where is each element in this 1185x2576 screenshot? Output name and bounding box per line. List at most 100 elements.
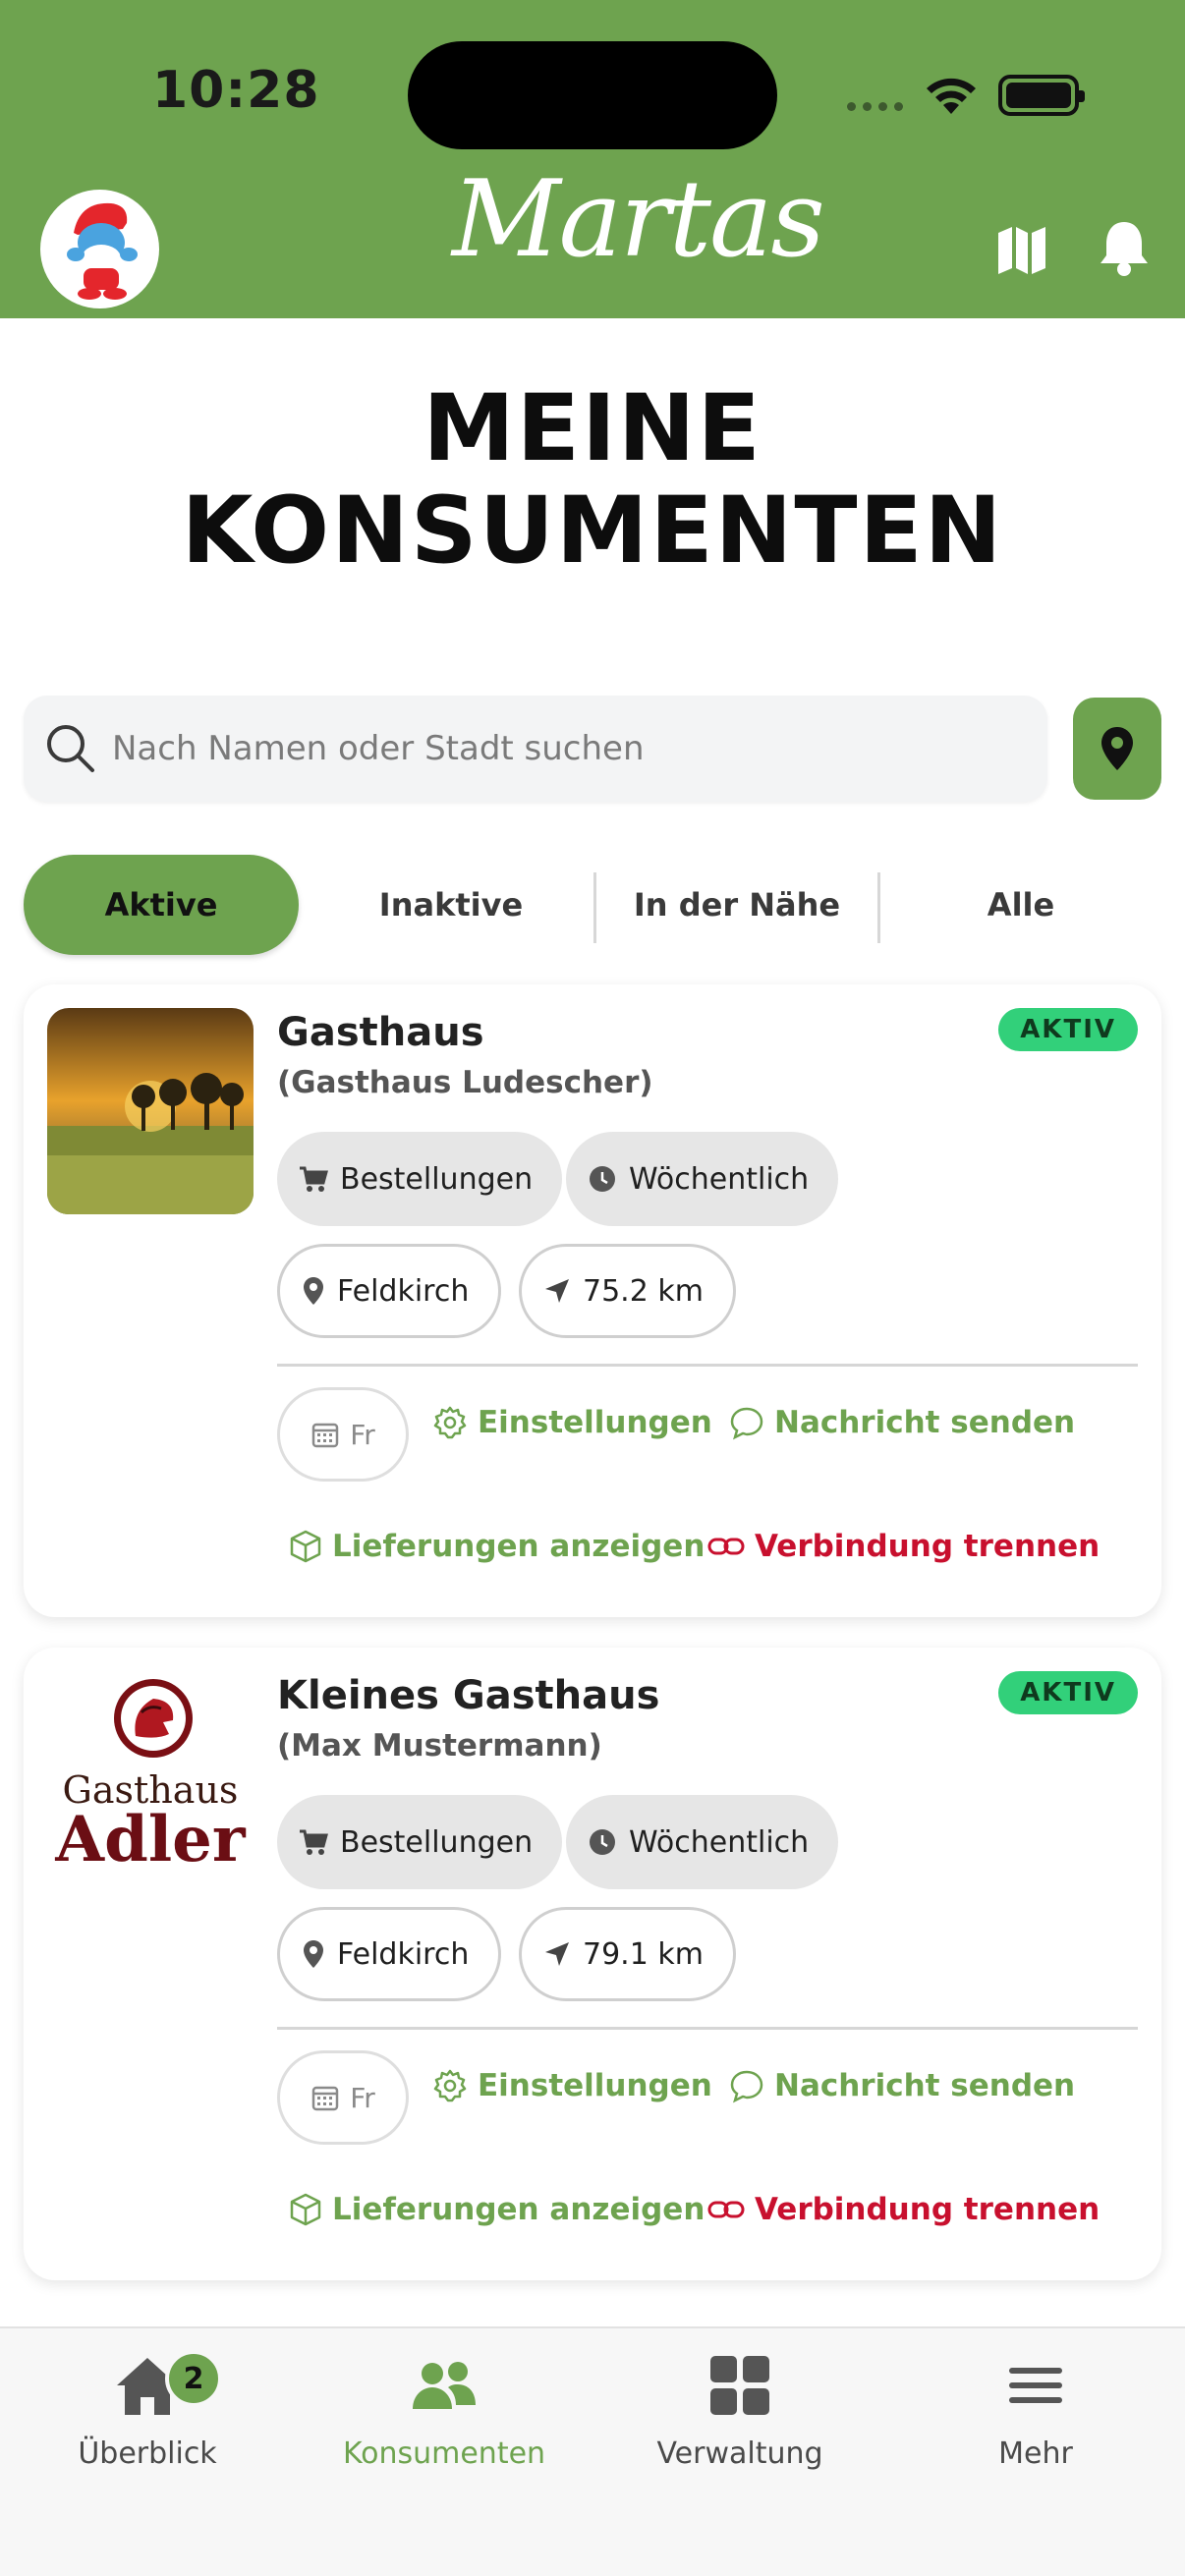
navigation-arrow-icon xyxy=(545,1279,569,1303)
cart-icon xyxy=(300,1166,328,1192)
disconnect-link[interactable]: Verbindung trennen xyxy=(707,2192,1100,2227)
consumer-contact: (Max Mustermann) xyxy=(277,1728,602,1764)
avatar[interactable] xyxy=(40,190,159,308)
status-time: 10:28 xyxy=(152,61,320,120)
delivery-day-pill[interactable]: Fr xyxy=(277,2050,409,2145)
map-icon[interactable] xyxy=(992,219,1051,278)
send-message-label: Nachricht senden xyxy=(774,2068,1076,2103)
show-deliveries-label: Lieferungen anzeigen xyxy=(332,2192,705,2227)
bell-icon[interactable] xyxy=(1095,216,1154,279)
delivery-day-label: Fr xyxy=(350,1418,375,1451)
delivery-day-pill[interactable]: Fr xyxy=(277,1387,409,1482)
search-icon xyxy=(47,725,94,772)
page-title: MEINE KONSUMENTEN xyxy=(0,378,1185,583)
status-badge: AKTIV xyxy=(998,1008,1138,1051)
nav-label: Verwaltung xyxy=(656,2436,823,2471)
page-title-line1: MEINE xyxy=(423,375,762,482)
nav-mehr[interactable]: Mehr xyxy=(888,2346,1183,2471)
consumer-card[interactable]: Gasthaus Adler Kleines Gasthaus (Max Mus… xyxy=(24,1648,1161,2280)
settings-label: Einstellungen xyxy=(478,2068,712,2103)
app-header: 10:28 Martas xyxy=(0,0,1185,318)
city-chip: Feldkirch xyxy=(277,1244,502,1338)
distance-chip: 75.2 km xyxy=(519,1244,736,1338)
menu-icon xyxy=(1009,2368,1062,2403)
navigation-arrow-icon xyxy=(545,1942,569,1966)
city-label: Feldkirch xyxy=(337,1936,470,1972)
tab-alle[interactable]: Alle xyxy=(880,855,1161,955)
frequency-label: Wöchentlich xyxy=(629,1824,810,1860)
send-message-link[interactable]: Nachricht senden xyxy=(729,2068,1075,2103)
logo-text-bottom: Adler xyxy=(55,1803,246,1876)
show-deliveries-label: Lieferungen anzeigen xyxy=(332,1529,705,1564)
disconnect-link[interactable]: Verbindung trennen xyxy=(707,1529,1100,1564)
disconnect-label: Verbindung trennen xyxy=(755,2192,1100,2227)
brand-logo: Martas xyxy=(452,158,825,281)
notification-badge: 2 xyxy=(165,2350,222,2407)
order-type-chip: Bestellungen xyxy=(277,1795,563,1889)
distance-label: 75.2 km xyxy=(583,1273,704,1309)
frequency-chip: Wöchentlich xyxy=(566,1132,839,1226)
link-icon xyxy=(707,1538,745,1555)
nav-label: Mehr xyxy=(998,2436,1073,2471)
show-deliveries-link[interactable]: Lieferungen anzeigen xyxy=(289,1529,705,1564)
cart-icon xyxy=(300,1829,328,1855)
consumer-name: Gasthaus xyxy=(277,1010,484,1055)
clock-icon xyxy=(590,1166,615,1192)
disconnect-label: Verbindung trennen xyxy=(755,1529,1100,1564)
search-bar xyxy=(24,696,1047,802)
consumer-card[interactable]: Gasthaus (Gasthaus Ludescher) AKTIV Best… xyxy=(24,984,1161,1617)
card-divider xyxy=(277,2027,1138,2030)
show-deliveries-link[interactable]: Lieferungen anzeigen xyxy=(289,2192,705,2227)
page-title-line2: KONSUMENTEN xyxy=(181,477,1004,585)
location-pin-icon xyxy=(304,1277,323,1305)
distance-label: 79.1 km xyxy=(583,1936,704,1972)
settings-link[interactable]: Einstellungen xyxy=(432,1405,712,1440)
dynamic-island xyxy=(408,41,777,149)
location-pin-icon xyxy=(304,1940,323,1968)
order-type-label: Bestellungen xyxy=(340,1161,534,1197)
clock-icon xyxy=(590,1829,615,1855)
tab-inaktive[interactable]: Inaktive xyxy=(309,855,593,955)
location-filter-button[interactable] xyxy=(1073,698,1161,800)
wifi-icon xyxy=(927,78,976,114)
gear-icon xyxy=(433,1406,467,1439)
package-icon xyxy=(290,2193,321,2226)
consumer-logo: Gasthaus Adler xyxy=(47,1671,254,1877)
calendar-icon xyxy=(311,1423,339,1448)
frequency-chip: Wöchentlich xyxy=(566,1795,839,1889)
calendar-icon xyxy=(311,2086,339,2111)
users-icon xyxy=(413,2362,476,2409)
cellular-signal-icon xyxy=(847,102,903,111)
consumer-image xyxy=(47,1008,254,1214)
bottom-navigation: 2 Überblick Konsumenten Verwaltung Mehr xyxy=(0,2326,1185,2576)
delivery-day-label: Fr xyxy=(350,2081,375,2114)
order-type-label: Bestellungen xyxy=(340,1824,534,1860)
city-chip: Feldkirch xyxy=(277,1907,502,2001)
settings-link[interactable]: Einstellungen xyxy=(432,2068,712,2103)
chat-bubble-icon xyxy=(730,1407,763,1440)
filter-tabs: Aktive Inaktive In der Nähe Alle xyxy=(24,855,1161,955)
status-badge: AKTIV xyxy=(998,1671,1138,1714)
consumer-name: Kleines Gasthaus xyxy=(277,1673,660,1718)
nav-label: Überblick xyxy=(78,2436,217,2471)
chat-bubble-icon xyxy=(730,2070,763,2103)
nav-verwaltung[interactable]: Verwaltung xyxy=(592,2346,887,2471)
search-input[interactable] xyxy=(112,729,996,768)
send-message-link[interactable]: Nachricht senden xyxy=(729,1405,1075,1440)
order-type-chip: Bestellungen xyxy=(277,1132,563,1226)
send-message-label: Nachricht senden xyxy=(774,1405,1076,1440)
frequency-label: Wöchentlich xyxy=(629,1161,810,1197)
nav-konsumenten[interactable]: Konsumenten xyxy=(297,2346,592,2471)
location-pin-icon xyxy=(1101,727,1133,770)
package-icon xyxy=(290,1530,321,1563)
card-divider xyxy=(277,1364,1138,1367)
distance-chip: 79.1 km xyxy=(519,1907,736,2001)
gear-icon xyxy=(433,2069,467,2102)
city-label: Feldkirch xyxy=(337,1273,470,1309)
link-icon xyxy=(707,2201,745,2218)
tab-aktive[interactable]: Aktive xyxy=(24,855,299,955)
nav-label: Konsumenten xyxy=(342,2436,546,2471)
nav-ueberblick[interactable]: 2 Überblick xyxy=(0,2346,295,2471)
consumer-contact: (Gasthaus Ludescher) xyxy=(277,1065,653,1100)
tab-in-der-naehe[interactable]: In der Nähe xyxy=(596,855,877,955)
